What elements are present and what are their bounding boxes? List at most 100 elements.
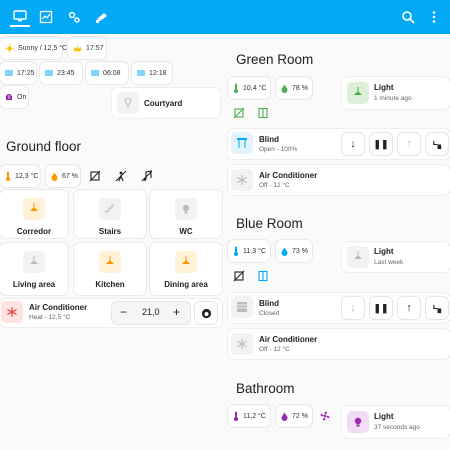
clock-chip[interactable]: 17:57 — [68, 37, 106, 59]
weather-chip[interactable]: Sunny / 12,5 °C — [0, 37, 67, 59]
bulb-icon — [347, 411, 369, 433]
blue-blind-card[interactable]: Blind Closed ↓ ❚❚ ↑ — [228, 293, 450, 323]
crown-icon — [73, 44, 82, 53]
minus-button[interactable]: − — [120, 305, 127, 319]
blue-ac-name: Air Conditioner — [259, 335, 318, 344]
monitor-icon[interactable] — [10, 7, 30, 27]
ceiling-light-icon — [347, 82, 369, 104]
room-tile-living-area[interactable]: Living area — [0, 243, 68, 295]
blind-tilt-button[interactable] — [426, 297, 448, 319]
gf-temperature-chip[interactable]: 12,3 °C — [0, 165, 40, 187]
window-icon[interactable] — [252, 102, 274, 124]
weather-text: Sunny / 12,5 °C — [18, 44, 68, 52]
dots-menu-icon[interactable] — [424, 7, 444, 27]
thermometer-icon — [233, 411, 239, 421]
arrow-down-icon: ↓ — [350, 302, 356, 314]
green-ac-status: Off - 12 °C — [259, 182, 290, 189]
alarm-chip[interactable]: On — [0, 86, 28, 108]
blue-blind-status: Closed — [259, 310, 280, 317]
chart-icon[interactable] — [36, 7, 56, 27]
bath-light-name: Light — [374, 412, 394, 421]
plus-button[interactable]: + — [173, 305, 180, 319]
pause-icon: ❚❚ — [373, 138, 389, 149]
blue-humidity: 73 % — [292, 247, 308, 255]
bath-light-card[interactable]: Light 37 seconds ago — [342, 406, 450, 438]
blind-icon — [231, 296, 253, 318]
ceiling-light-icon — [99, 251, 121, 273]
green-humidity: 78 % — [292, 84, 308, 92]
blind-down-button[interactable]: ↓ — [342, 297, 364, 319]
schedule-chip-2[interactable]: 23:45 — [40, 62, 82, 84]
bulb-icon — [175, 198, 197, 220]
schedule-text: 17:25 — [17, 69, 35, 77]
bath-humidity: 72 % — [292, 412, 308, 420]
blind-up-button[interactable]: ↑ — [398, 297, 420, 319]
setpoint-stepper[interactable]: − 21,0 + — [112, 302, 190, 324]
schedule-chip-4[interactable]: 12:18 — [132, 62, 172, 84]
snowflake-icon — [231, 333, 253, 355]
room-tile-stairs[interactable]: Stairs — [74, 190, 146, 238]
snowflake-icon — [1, 301, 23, 323]
blue-ac-card[interactable]: Air Conditioner Off - 12 °C — [228, 329, 450, 359]
blind-down-button[interactable]: ↓ — [342, 133, 364, 155]
motion-off-icon[interactable] — [110, 165, 132, 187]
blue-light-name: Light — [374, 247, 394, 256]
window-icon[interactable] — [252, 265, 274, 287]
room-tile-kitchen[interactable]: Kitchen — [74, 243, 146, 295]
setpoint-value: 21,0 — [142, 307, 160, 317]
bathroom-title: Bathroom — [236, 381, 295, 396]
room-label: Living area — [12, 280, 56, 289]
camera-icon[interactable] — [92, 7, 112, 27]
window-off-icon[interactable] — [228, 102, 250, 124]
green-room-title: Green Room — [236, 52, 314, 67]
green-light-status: 1 minute ago — [374, 95, 412, 102]
schedule-chip-3[interactable]: 06:08 — [86, 62, 128, 84]
bath-temperature-chip[interactable]: 11,2 °C — [228, 405, 270, 427]
blue-temperature-chip[interactable]: 11,3 °C — [228, 240, 270, 262]
settings-icon[interactable] — [64, 7, 84, 27]
search-icon[interactable] — [398, 7, 418, 27]
green-temperature-chip[interactable]: 10,4 °C — [228, 77, 270, 99]
lines-icon — [137, 70, 145, 76]
green-ac-name: Air Conditioner — [259, 171, 318, 180]
snowflake-icon — [231, 169, 253, 191]
bath-humidity-chip[interactable]: 72 % — [276, 405, 312, 427]
room-tile-corredor[interactable]: Corredor — [0, 190, 68, 238]
blue-light-card[interactable]: Light Last week — [342, 242, 450, 272]
schedule-text: 06:08 — [103, 69, 121, 77]
blind-up-button[interactable]: ↑ — [398, 133, 420, 155]
green-light-card[interactable]: Light 1 minute ago — [342, 77, 450, 109]
room-label: Kitchen — [95, 280, 125, 289]
blind-tilt-button[interactable] — [426, 133, 448, 155]
window-off-icon[interactable] — [228, 265, 250, 287]
gf-humidity-chip[interactable]: 67 % — [46, 165, 80, 187]
sun-icon — [5, 43, 14, 53]
green-blind-name: Blind — [259, 135, 279, 144]
alarm-state: On — [17, 93, 27, 101]
room-label: WC — [179, 227, 193, 236]
room-tile-wc[interactable]: WC — [150, 190, 222, 238]
window-off-icon[interactable] — [84, 165, 106, 187]
top-app-bar — [0, 0, 450, 34]
droplet-icon — [281, 84, 288, 93]
green-humidity-chip[interactable]: 78 % — [276, 77, 312, 99]
blue-humidity-chip[interactable]: 73 % — [276, 240, 312, 262]
blind-pause-button[interactable]: ❚❚ — [370, 133, 392, 155]
outdoor-lamp-icon — [117, 92, 139, 114]
blind-pause-button[interactable]: ❚❚ — [370, 297, 392, 319]
blind-icon — [231, 132, 253, 154]
courtyard-card[interactable]: Courtyard — [112, 88, 220, 118]
green-light-name: Light — [374, 83, 394, 92]
gf-ac-card[interactable]: Air Conditioner Heat - 12,5 °C − 21,0 + — [0, 299, 222, 327]
schedule-chip-1[interactable]: 17:25 — [0, 62, 36, 84]
gf-humidity: 67 % — [62, 172, 78, 180]
ceiling-light-icon — [23, 251, 45, 273]
green-blind-card[interactable]: Blind Open - 100% ↓ ❚❚ ↑ — [228, 129, 450, 159]
green-ac-card[interactable]: Air Conditioner Off - 12 °C — [228, 165, 450, 195]
droplet-icon — [281, 412, 288, 421]
fan-icon[interactable] — [314, 405, 336, 427]
courtyard-label: Courtyard — [144, 99, 183, 108]
music-off-icon[interactable] — [136, 165, 158, 187]
room-tile-dining-area[interactable]: Dining area — [150, 243, 222, 295]
ac-mode-button[interactable] — [195, 302, 217, 324]
